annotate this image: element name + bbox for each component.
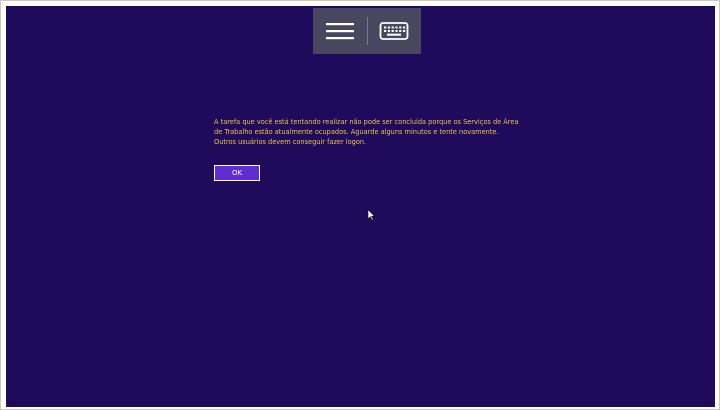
hamburger-menu-icon	[325, 23, 354, 40]
top-toolbar	[313, 8, 421, 54]
keyboard-icon	[379, 22, 409, 40]
message-line: de Trabalho estão atualmente ocupados. A…	[214, 128, 499, 136]
menu-button[interactable]	[313, 8, 367, 54]
keyboard-button[interactable]	[367, 8, 421, 54]
error-message: A tarefa que você está tentando realizar…	[214, 117, 544, 147]
message-line: Outros usuários devem conseguir fazer lo…	[214, 138, 367, 146]
mouse-pointer-icon	[367, 209, 375, 221]
screenshot-frame: A tarefa que você está tentando realizar…	[0, 0, 720, 410]
remote-desktop-screen: A tarefa que você está tentando realizar…	[6, 6, 715, 407]
ok-button[interactable]: OK	[214, 165, 260, 181]
message-line: A tarefa que você está tentando realizar…	[214, 118, 519, 126]
